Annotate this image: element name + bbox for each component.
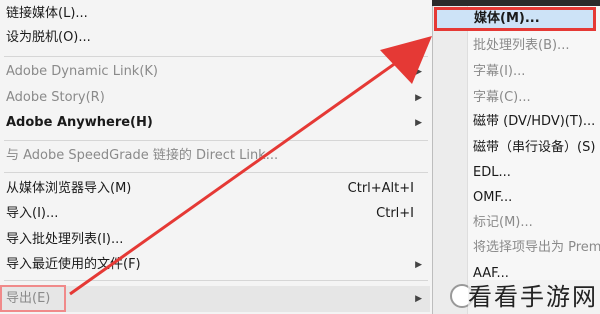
red-arrow-annotation: [69, 36, 432, 296]
watermark: 看看手游网: [468, 280, 600, 314]
watermark-text: 看看手游网: [468, 283, 598, 311]
arrow-head: [380, 36, 432, 84]
arrow-shaft: [69, 58, 401, 296]
